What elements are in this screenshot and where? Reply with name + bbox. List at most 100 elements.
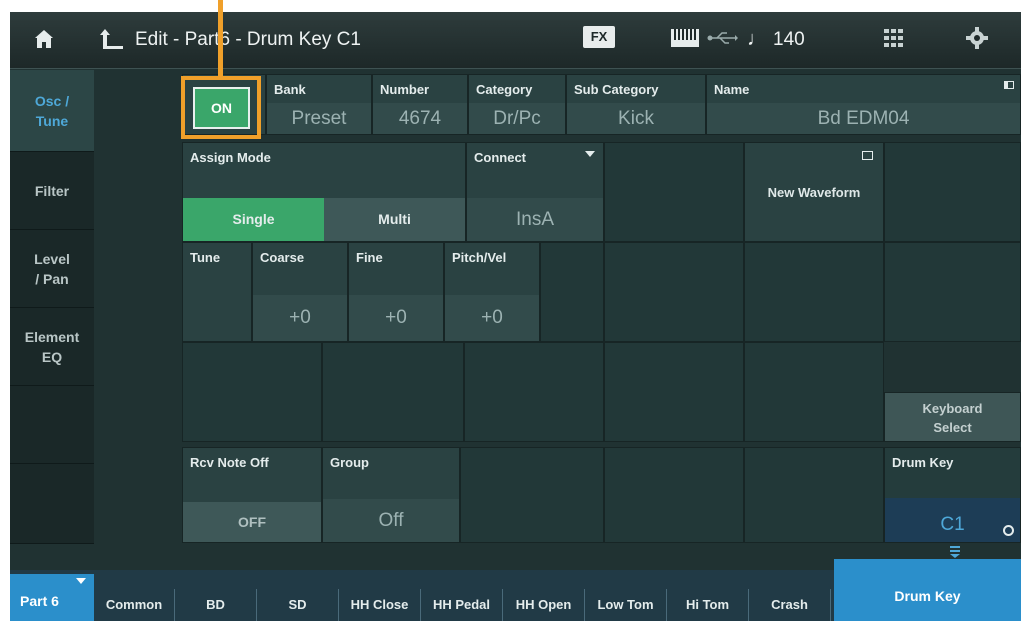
tab-level-pan[interactable]: Level / Pan (10, 230, 94, 308)
name-label: Name (714, 82, 750, 97)
part-dropdown-icon (76, 578, 86, 584)
tab-element-eq[interactable]: Element EQ (10, 308, 94, 386)
dropdown-arrow-icon (585, 151, 595, 157)
empty-cell (460, 447, 604, 543)
empty-cell (540, 242, 604, 342)
synth-screen: Edit - Part6 - Drum Key C1 FX ♩ 140 Osc … (10, 12, 1021, 621)
group-label: Group (330, 455, 369, 470)
tab-hh-close[interactable]: HH Close (339, 589, 421, 621)
tab-sd[interactable]: SD (257, 589, 339, 621)
tab-osc-tune[interactable]: Osc / Tune (10, 70, 94, 152)
category-label: Category (476, 82, 533, 97)
rcv-note-off-label: Rcv Note Off (190, 455, 269, 470)
bank-value: Preset (267, 103, 371, 134)
number-label: Number (380, 82, 430, 97)
coarse-value: +0 (253, 295, 347, 341)
tab-filter[interactable]: Filter (10, 152, 94, 230)
empty-cell (744, 447, 884, 543)
popup-window-icon (862, 151, 873, 160)
home-icon[interactable] (34, 29, 54, 49)
sub-category-label: Sub Category (574, 82, 659, 97)
bank-cell[interactable]: Bank Preset (266, 74, 372, 135)
connect-cell[interactable]: Connect InsA (466, 142, 604, 242)
tab-common[interactable]: Common (94, 589, 175, 621)
bank-label: Bank (274, 82, 306, 97)
assign-mode-single-button[interactable]: Single (183, 198, 324, 241)
knob-indicator-icon (1003, 525, 1014, 536)
drum-key-value: C1 (940, 514, 965, 535)
name-cell[interactable]: Name Bd EDM04 (706, 74, 1021, 135)
tab-hh-open[interactable]: HH Open (503, 589, 585, 621)
new-waveform-label: New Waveform (767, 185, 861, 200)
fine-label: Fine (356, 250, 383, 265)
empty-cell (604, 242, 744, 342)
pitch-vel-label: Pitch/Vel (452, 250, 507, 265)
top-bar: Edit - Part6 - Drum Key C1 FX ♩ 140 (10, 12, 1021, 69)
tempo-value: 140 (773, 29, 805, 50)
coarse-cell[interactable]: Coarse +0 (252, 242, 348, 342)
part-label: Part 6 (20, 593, 59, 609)
name-value: Bd EDM04 (707, 103, 1020, 134)
sub-category-value: Kick (567, 103, 705, 134)
tab-empty-2 (10, 464, 94, 544)
number-cell[interactable]: Number 4674 (372, 74, 468, 135)
callout-line (218, 0, 223, 76)
assign-mode-selector: Single Multi (183, 198, 465, 241)
empty-cell (322, 342, 464, 442)
empty-cell (884, 142, 1021, 242)
tab-crash[interactable]: Crash (749, 589, 831, 621)
tab-hh-pedal[interactable]: HH Pedal (421, 589, 503, 621)
tab-bd[interactable]: BD (175, 589, 257, 621)
coarse-label: Coarse (260, 250, 305, 265)
category-value: Dr/Pc (469, 103, 565, 134)
keyboard-select-label: Keyboard Select (922, 401, 983, 435)
quick-access-grid-icon[interactable] (884, 29, 904, 47)
tune-label: Tune (190, 250, 221, 265)
empty-cell (604, 142, 744, 242)
scroll-down-icon (950, 546, 960, 558)
tab-low-tom[interactable]: Low Tom (585, 589, 667, 621)
text-edit-icon (1004, 81, 1014, 89)
fx-badge[interactable]: FX (583, 26, 615, 48)
tab-drum-key[interactable]: Drum Key (834, 559, 1021, 621)
usb-icon (707, 32, 738, 44)
fine-value: +0 (349, 295, 443, 341)
sub-category-cell[interactable]: Sub Category Kick (566, 74, 706, 135)
empty-cell (182, 342, 322, 442)
connect-value: InsA (467, 198, 603, 241)
empty-cell (464, 342, 604, 442)
page-title: Edit - Part6 - Drum Key C1 (135, 29, 361, 50)
empty-cell (604, 447, 744, 543)
group-cell[interactable]: Group Off (322, 447, 460, 543)
group-value: Off (323, 499, 459, 542)
pitch-vel-value: +0 (445, 295, 539, 341)
element-switch-on-button[interactable]: ON (193, 87, 250, 129)
part-select-tab[interactable]: Part 6 (10, 574, 94, 621)
pitch-vel-cell[interactable]: Pitch/Vel +0 (444, 242, 540, 342)
empty-cell (604, 342, 744, 442)
number-value: 4674 (373, 103, 467, 134)
tune-group-label-cell: Tune (182, 242, 252, 342)
rcv-note-off-value: OFF (183, 502, 321, 542)
tab-hi-tom[interactable]: Hi Tom (667, 589, 749, 621)
empty-cell (744, 242, 884, 342)
quarter-note-icon: ♩ (747, 28, 767, 50)
assign-mode-multi-button[interactable]: Multi (324, 198, 465, 241)
tab-empty-1 (10, 386, 94, 464)
keyboard-icon (671, 29, 699, 47)
rcv-note-off-cell: Rcv Note Off OFF (182, 447, 322, 543)
gear-icon[interactable] (966, 27, 988, 49)
category-cell[interactable]: Category Dr/Pc (468, 74, 566, 135)
back-up-icon[interactable] (99, 27, 125, 51)
drum-key-label: Drum Key (892, 455, 954, 470)
empty-cell (744, 342, 884, 442)
connect-label: Connect (474, 150, 526, 165)
fine-cell[interactable]: Fine +0 (348, 242, 444, 342)
rcv-note-off-toggle[interactable]: OFF (183, 502, 321, 542)
drum-key-cell[interactable]: Drum Key C1 (884, 447, 1021, 543)
assign-mode-cell: Assign Mode Single Multi (182, 142, 466, 242)
keyboard-select-button[interactable]: Keyboard Select (884, 392, 1021, 442)
empty-cell (884, 242, 1021, 342)
new-waveform-button[interactable]: New Waveform (744, 142, 884, 242)
tempo-display[interactable]: ♩ 140 (747, 28, 805, 51)
